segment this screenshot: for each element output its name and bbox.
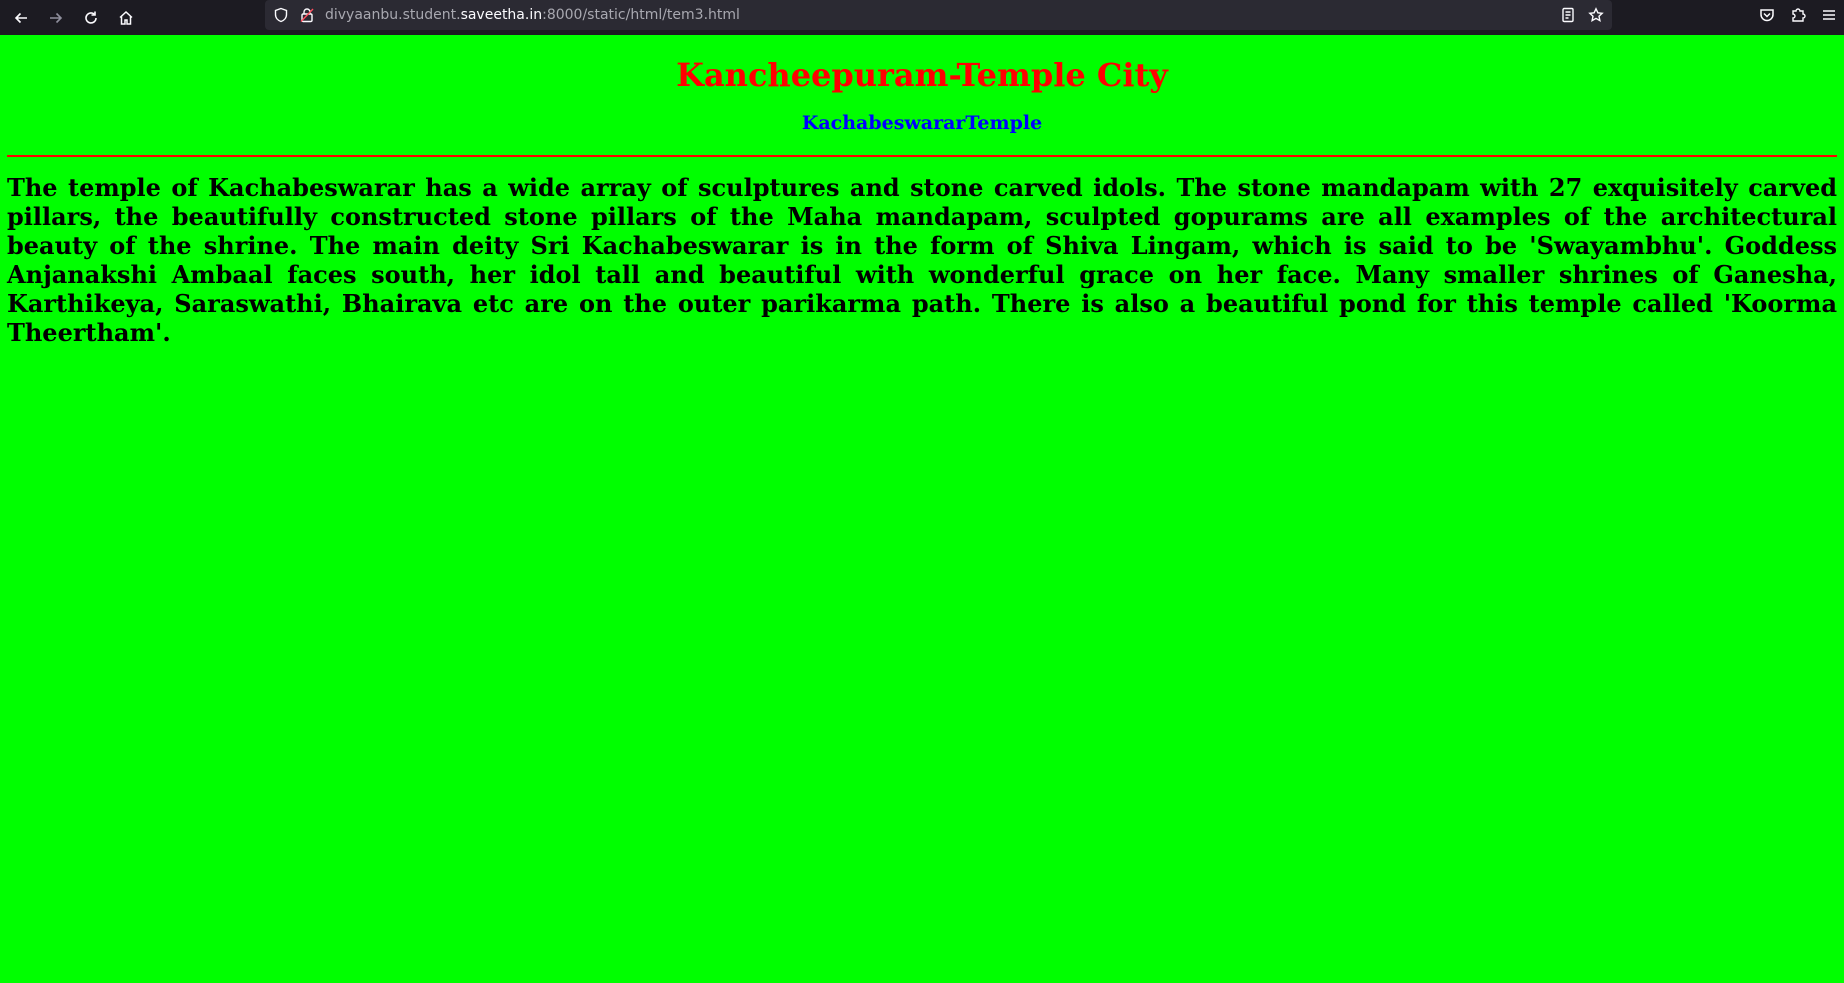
home-button[interactable]: [112, 4, 140, 32]
toolbar-right-actions: [1758, 0, 1838, 30]
star-icon[interactable]: [1588, 7, 1604, 23]
back-arrow-icon: [14, 12, 27, 23]
temple-description: The temple of Kachabeswarar has a wide a…: [7, 173, 1837, 347]
hamburger-menu-icon[interactable]: [1820, 6, 1838, 24]
horizontal-rule: [7, 155, 1837, 157]
pocket-icon[interactable]: [1758, 6, 1776, 24]
address-bar[interactable]: divyaanbu.student.saveetha.in:8000/stati…: [265, 0, 1612, 30]
forward-arrow-icon: [50, 12, 63, 23]
puzzle-icon[interactable]: [1789, 6, 1807, 24]
page-content: Kancheepuram-Temple City KachabeswararTe…: [0, 35, 1844, 983]
page-title: Kancheepuram-Temple City: [676, 56, 1168, 94]
url-suffix: :8000/static/html/tem3.html: [542, 7, 740, 23]
home-icon: [119, 10, 133, 25]
url-text[interactable]: divyaanbu.student.saveetha.in:8000/stati…: [325, 7, 740, 23]
shield-icon[interactable]: [273, 7, 289, 23]
browser-toolbar: divyaanbu.student.saveetha.in:8000/stati…: [0, 0, 1844, 35]
reload-button[interactable]: [77, 4, 105, 32]
url-host: saveetha.in: [460, 7, 543, 23]
insecure-lock-icon[interactable]: [299, 7, 315, 23]
reload-icon: [85, 11, 97, 24]
back-button[interactable]: [7, 4, 35, 32]
page-subtitle: KachabeswararTemple: [801, 112, 1043, 134]
address-bar-actions: [1560, 0, 1604, 30]
forward-button[interactable]: [42, 4, 70, 32]
url-prefix: divyaanbu.student.: [325, 7, 461, 23]
reader-view-icon[interactable]: [1560, 7, 1576, 23]
